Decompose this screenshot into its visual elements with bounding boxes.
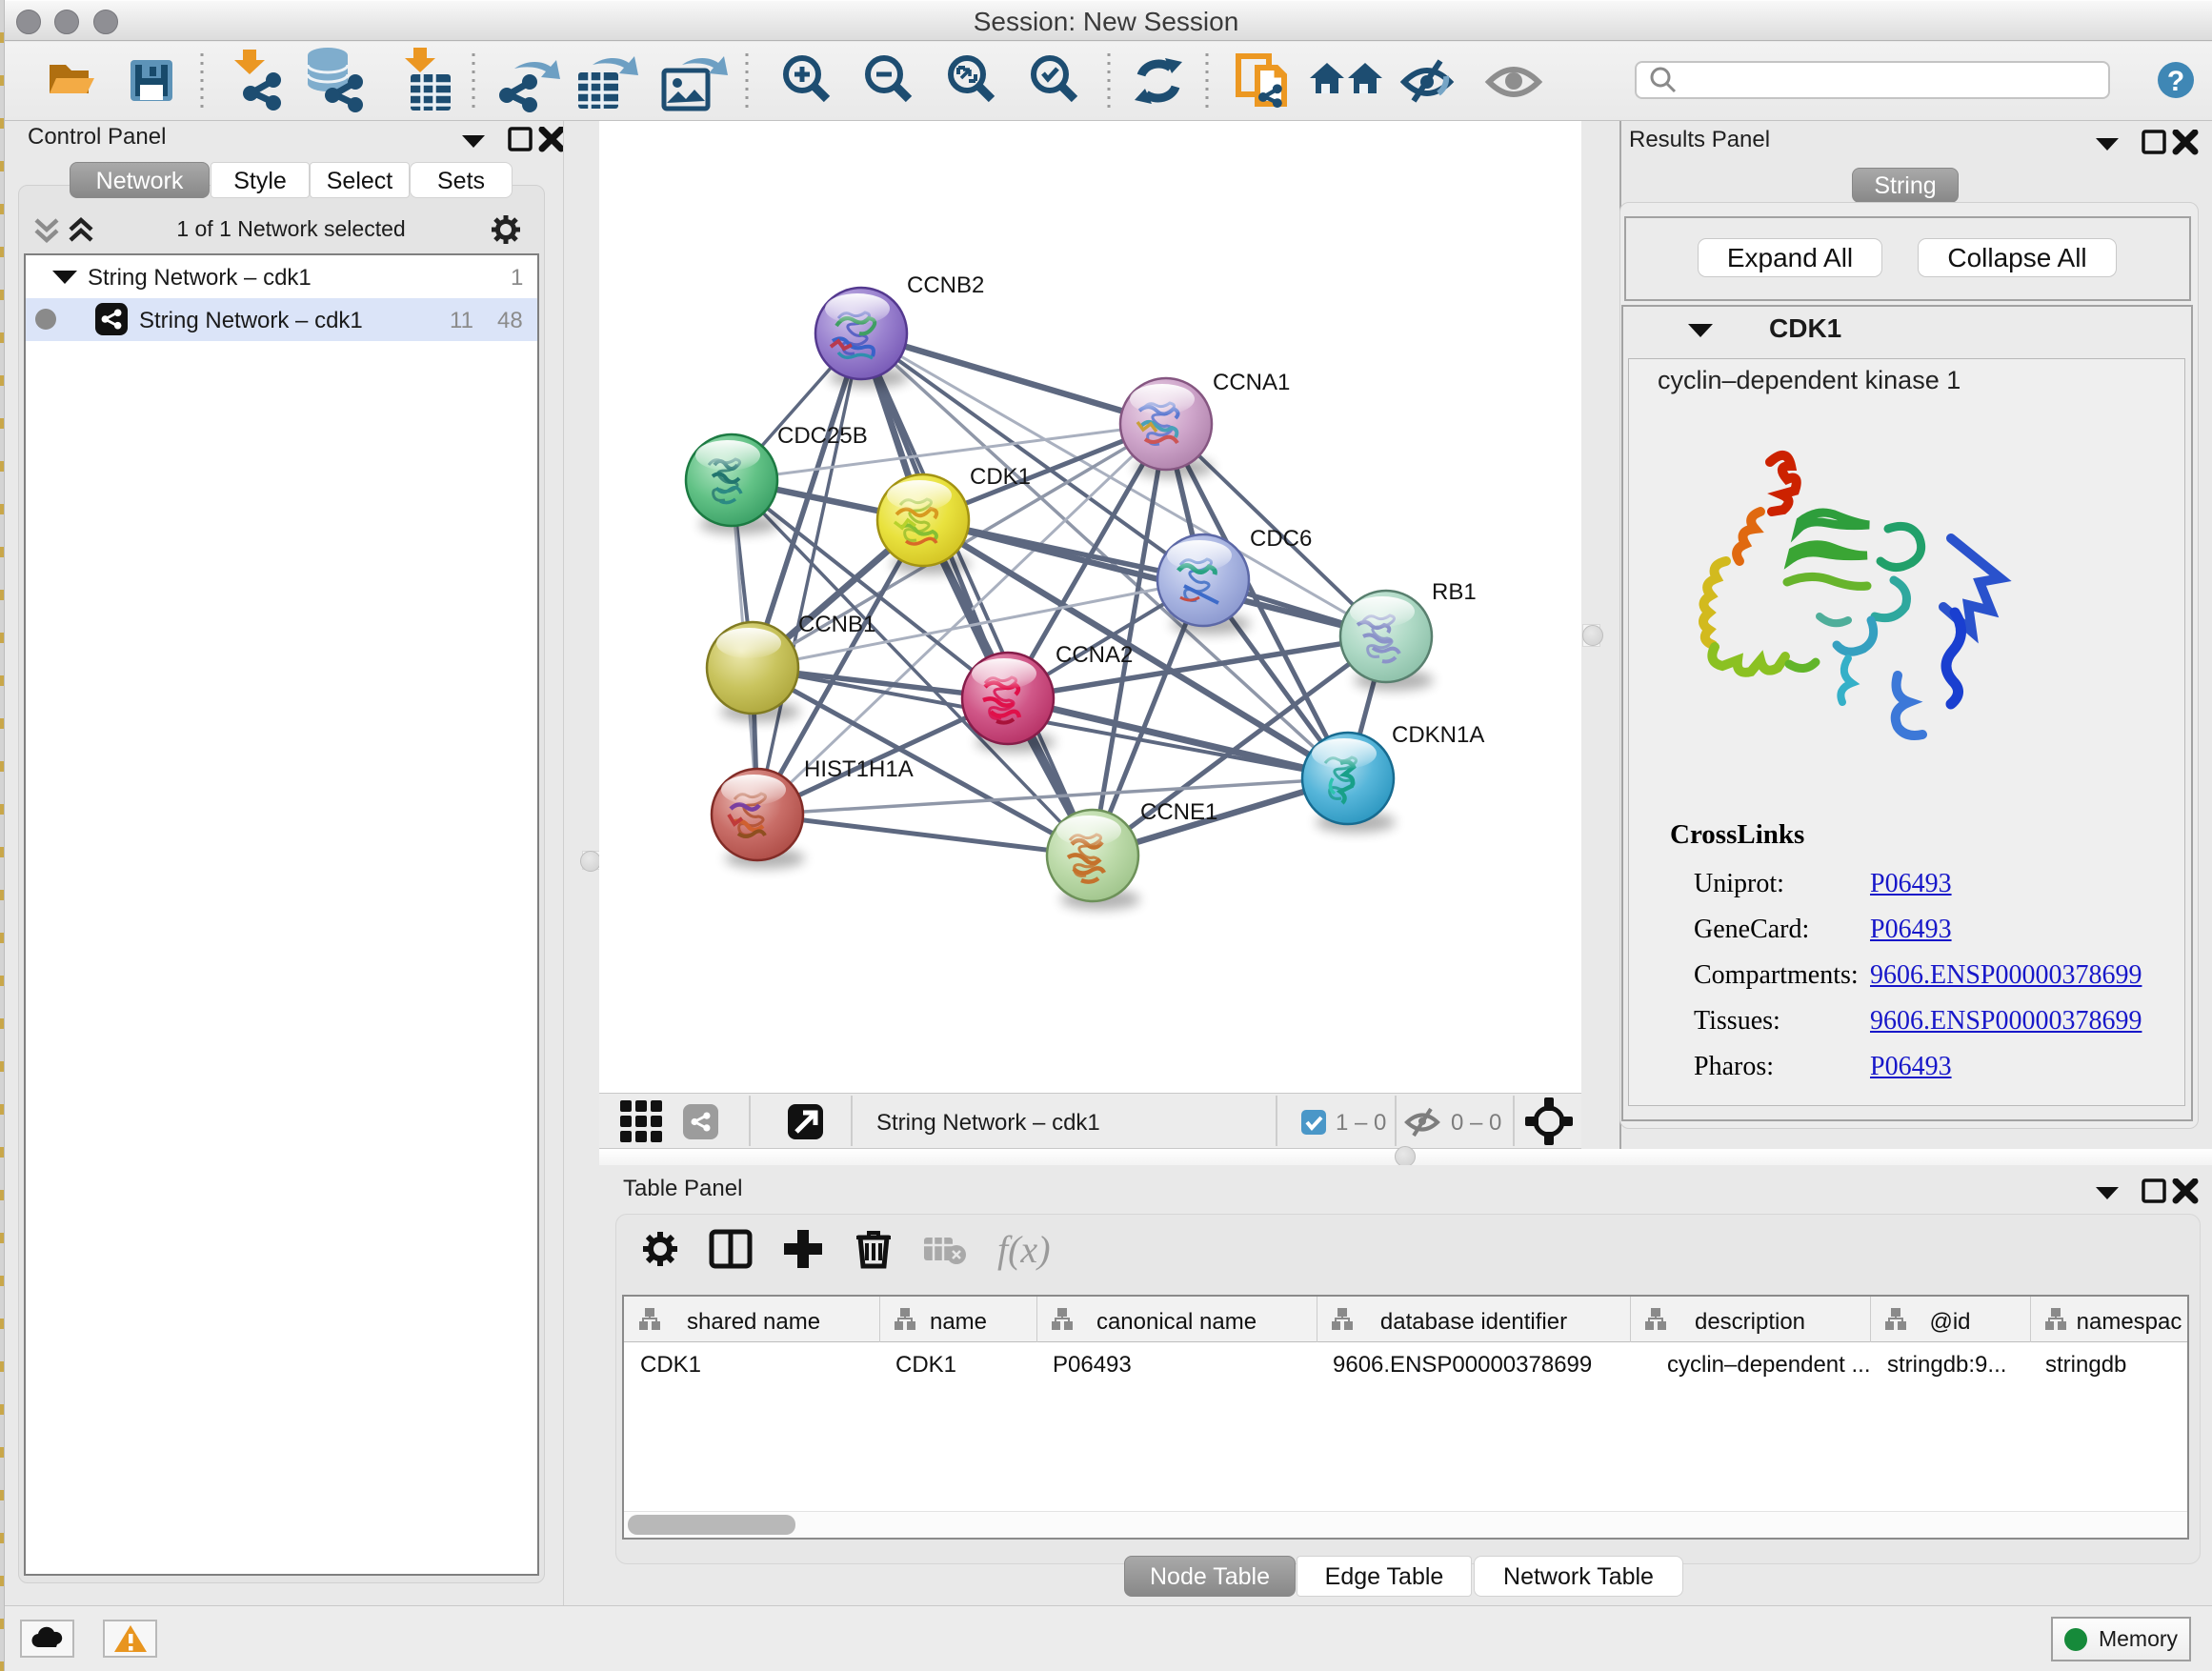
svg-text:canonical name: canonical name <box>1096 1309 1257 1335</box>
svg-text:description: description <box>1695 1309 1805 1335</box>
svg-text:CCNB1: CCNB1 <box>798 612 875 637</box>
svg-text:CCNA1: CCNA1 <box>1213 370 1290 395</box>
svg-text:RB1: RB1 <box>1432 579 1477 605</box>
svg-text:namespac: namespac <box>2077 1309 2182 1335</box>
svg-text:?: ? <box>2167 66 2184 97</box>
svg-text:CCNB2: CCNB2 <box>907 272 984 298</box>
svg-text:@id: @id <box>1929 1309 1970 1335</box>
svg-text:CDKN1A: CDKN1A <box>1392 722 1484 748</box>
svg-text:name: name <box>930 1309 987 1335</box>
svg-text:shared name: shared name <box>687 1309 820 1335</box>
svg-text:CDC6: CDC6 <box>1250 526 1312 552</box>
svg-text:f(x): f(x) <box>997 1228 1051 1271</box>
svg-text:String Network – cdk1: String Network – cdk1 <box>876 1110 1100 1136</box>
svg-text:HIST1H1A: HIST1H1A <box>804 756 914 782</box>
svg-text:CCNE1: CCNE1 <box>1140 799 1217 825</box>
svg-text:1 – 0: 1 – 0 <box>1336 1110 1386 1136</box>
svg-text:0 – 0: 0 – 0 <box>1451 1110 1501 1136</box>
svg-text:CCNA2: CCNA2 <box>1056 642 1133 668</box>
svg-text:CDC25B: CDC25B <box>777 423 868 449</box>
svg-text:CDK1: CDK1 <box>970 464 1031 490</box>
svg-text:database identifier: database identifier <box>1380 1309 1567 1335</box>
